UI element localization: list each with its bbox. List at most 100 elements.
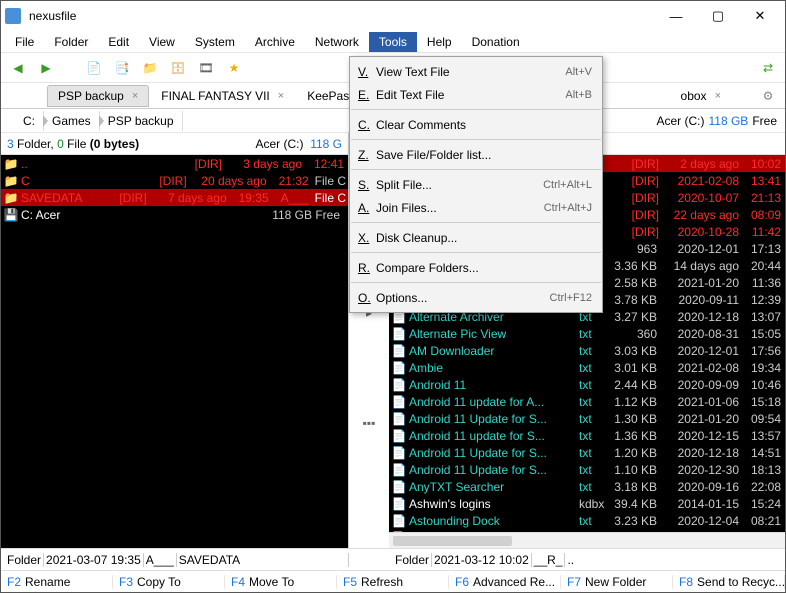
file-row[interactable]: 📄Android 11 Update for S...txt1.10 KB202… xyxy=(389,461,785,478)
file-row[interactable]: 📄Android 11 update for A...txt1.12 KB202… xyxy=(389,393,785,410)
left-folder-count: 3 xyxy=(7,137,14,151)
row-icon: 📄 xyxy=(391,514,407,528)
file-row[interactable]: 📁..[DIR]3 days ago12:41 xyxy=(1,155,348,172)
left-file-count: 0 xyxy=(57,137,64,151)
right-status-type: Folder xyxy=(395,553,429,567)
left-bytes: (0 bytes) xyxy=(90,137,139,151)
left-status-attr: A___ xyxy=(146,553,174,567)
right-status-name: .. xyxy=(567,553,574,567)
breadcrumb-2[interactable]: PSP backup xyxy=(100,111,183,131)
fkey-f2[interactable]: F2Rename xyxy=(1,575,113,589)
status-row: Folder 2021-03-07 19:35 A___ SAVEDATA Fo… xyxy=(1,548,785,570)
menu-item-compare-folders-[interactable]: R.Compare Folders... xyxy=(350,256,602,279)
menu-system[interactable]: System xyxy=(185,32,245,52)
menu-donation[interactable]: Donation xyxy=(462,32,530,52)
new-file-icon[interactable]: 📄 xyxy=(83,57,105,79)
menu-item-view-text-file[interactable]: V.View Text FileAlt+V xyxy=(350,60,602,83)
tab-close-icon[interactable]: × xyxy=(278,90,284,102)
function-key-bar: F2RenameF3Copy ToF4Move ToF5RefreshF6Adv… xyxy=(1,570,785,592)
menu-item-split-file-[interactable]: S.Split File...Ctrl+Alt+L xyxy=(350,173,602,196)
file-row[interactable]: 📄Ambietxt3.01 KB2021-02-0819:34 xyxy=(389,359,785,376)
fkey-f5[interactable]: F5Refresh xyxy=(337,575,449,589)
left-disk-free: 118 G xyxy=(310,137,342,151)
disk-name-right: Acer (C:) xyxy=(657,114,705,128)
disk-free-right: 118 GB xyxy=(709,114,749,128)
file-row[interactable]: 📁C[DIR]20 days ago21:32File C xyxy=(1,172,348,189)
breadcrumb-0[interactable]: C: xyxy=(15,111,44,131)
tab-settings-icon[interactable]: ⚙ xyxy=(757,85,779,107)
row-icon: 💾 xyxy=(3,208,19,222)
tab-close-icon[interactable]: × xyxy=(132,90,138,102)
fkey-f6[interactable]: F6Advanced Re... xyxy=(449,575,561,589)
file-row[interactable]: 📄Android 11txt2.44 KB2020-09-0910:46 xyxy=(389,376,785,393)
menu-network[interactable]: Network xyxy=(305,32,369,52)
file-row[interactable]: 📄AM Downloadertxt3.03 KB2020-12-0117:56 xyxy=(389,342,785,359)
folder-icon[interactable]: 📁 xyxy=(139,57,161,79)
menu-edit[interactable]: Edit xyxy=(98,32,139,52)
left-pane: 📁..[DIR]3 days ago12:41📁C[DIR]20 days ag… xyxy=(1,155,349,548)
row-icon: 📄 xyxy=(391,395,407,409)
left-disk-name: Acer (C:) xyxy=(256,137,304,151)
disk-free-label: Free xyxy=(752,114,777,128)
maximize-button[interactable]: ▢ xyxy=(697,2,739,30)
star-icon[interactable]: ★ xyxy=(223,57,245,79)
fkey-f3[interactable]: F3Copy To xyxy=(113,575,225,589)
file-row[interactable]: 📄Ashwin's loginskdbx39.4 KB2014-01-1515:… xyxy=(389,495,785,512)
menu-view[interactable]: View xyxy=(139,32,185,52)
file-row[interactable]: 📄AnyTXT Searchertxt3.18 KB2020-09-1622:0… xyxy=(389,478,785,495)
file-row[interactable]: 📁SAVEDATA[DIR]7 days ago19:35A___File C xyxy=(1,189,348,206)
left-pane-header: 3 Folder, 0 File (0 bytes) Acer (C:) 118… xyxy=(1,133,349,155)
file-row[interactable]: 📄Android 11 Update for S...txt1.20 KB202… xyxy=(389,444,785,461)
bars-icon[interactable]: ▪▪▪ xyxy=(363,416,376,430)
row-icon: 📄 xyxy=(391,378,407,392)
menu-tools[interactable]: Tools xyxy=(369,32,417,52)
close-button[interactable]: ✕ xyxy=(739,2,781,30)
right-status-date: 2021-03-12 10:02 xyxy=(434,553,529,567)
left-file-label: File xyxy=(67,137,86,151)
fkey-f4[interactable]: F4Move To xyxy=(225,575,337,589)
row-icon: 📄 xyxy=(391,327,407,341)
menu-bar: FileFolderEditViewSystemArchiveNetworkTo… xyxy=(1,31,785,53)
fkey-f8[interactable]: F8Send to Recyc... xyxy=(673,575,785,589)
forward-button[interactable]: ▶ xyxy=(35,57,57,79)
row-icon: 📄 xyxy=(391,480,407,494)
file-row[interactable]: 📄Android 11 Update for S...txt1.30 KB202… xyxy=(389,410,785,427)
menu-folder[interactable]: Folder xyxy=(44,32,98,52)
row-icon: 📁 xyxy=(3,191,19,205)
row-icon: 📄 xyxy=(391,429,407,443)
row-icon: 📄 xyxy=(391,463,407,477)
row-icon: 📁 xyxy=(3,157,19,171)
menu-help[interactable]: Help xyxy=(417,32,462,52)
file-row[interactable]: 📄Astounding Docktxt3.23 KB2020-12-0408:2… xyxy=(389,512,785,529)
tab-left-0[interactable]: PSP backup× xyxy=(47,85,149,107)
left-file-list[interactable]: 📁..[DIR]3 days ago12:41📁C[DIR]20 days ag… xyxy=(1,155,348,548)
file-row[interactable]: 📄Alternate Pic Viewtxt3602020-08-3115:05 xyxy=(389,325,785,342)
menu-archive[interactable]: Archive xyxy=(245,32,305,52)
row-icon: 📄 xyxy=(391,344,407,358)
archive-icon[interactable]: 🗄 xyxy=(167,57,189,79)
tools-menu-dropdown: V.View Text FileAlt+VE.Edit Text FileAlt… xyxy=(349,56,603,313)
minimize-button[interactable]: — xyxy=(655,2,697,30)
file-row[interactable]: 💾C: Acer118 GB Free xyxy=(1,206,348,223)
menu-item-clear-comments[interactable]: C.Clear Comments xyxy=(350,113,602,136)
back-button[interactable]: ◀ xyxy=(7,57,29,79)
menu-item-save-file-folder-list-[interactable]: Z.Save File/Folder list... xyxy=(350,143,602,166)
fkey-f7[interactable]: F7New Folder xyxy=(561,575,673,589)
row-icon: 📁 xyxy=(3,174,19,188)
tab-right-0[interactable]: obox× xyxy=(670,85,732,107)
menu-item-options-[interactable]: O.Options...Ctrl+F12 xyxy=(350,286,602,309)
film-icon[interactable]: 🎞 xyxy=(195,57,217,79)
tab-left-1[interactable]: FINAL FANTASY VII× xyxy=(150,85,295,107)
menu-item-disk-cleanup-[interactable]: X.Disk Cleanup... xyxy=(350,226,602,249)
breadcrumb-1[interactable]: Games xyxy=(44,111,100,131)
left-folder-label: Folder, xyxy=(17,137,54,151)
left-status-type: Folder xyxy=(7,553,41,567)
menu-item-edit-text-file[interactable]: E.Edit Text FileAlt+B xyxy=(350,83,602,106)
left-status-name: SAVEDATA xyxy=(179,553,240,567)
copy-icon[interactable]: 📑 xyxy=(111,57,133,79)
swap-panes-icon[interactable]: ⇄ xyxy=(757,57,779,79)
file-row[interactable]: 📄Android 11 update for S...txt1.36 KB202… xyxy=(389,427,785,444)
right-horizontal-scrollbar[interactable] xyxy=(389,532,785,548)
menu-item-join-files-[interactable]: A.Join Files...Ctrl+Alt+J xyxy=(350,196,602,219)
menu-file[interactable]: File xyxy=(5,32,44,52)
